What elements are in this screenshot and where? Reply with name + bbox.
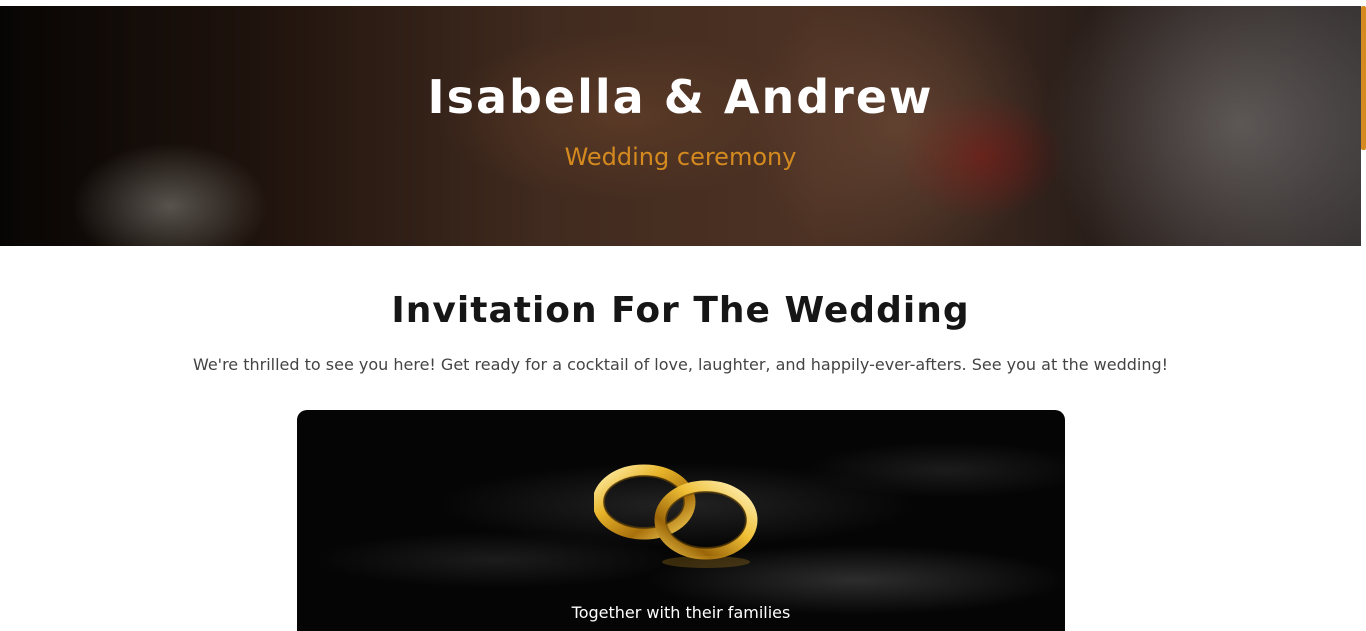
card-text: Together with their families <box>571 603 791 622</box>
hero-overlay <box>0 6 1361 246</box>
gold-rings-icon <box>594 464 758 568</box>
hero-subtitle: Wedding ceremony <box>564 143 797 171</box>
hero-banner: Isabella & Andrew Wedding ceremony <box>0 6 1361 246</box>
scrollbar-thumb[interactable] <box>1361 6 1366 150</box>
invitation-text: We're thrilled to see you here! Get read… <box>192 355 1169 374</box>
page: Isabella & Andrew Wedding ceremony Invit… <box>0 0 1366 631</box>
couple-names: Isabella & Andrew <box>427 70 934 124</box>
invitation-card: Together with their families <box>297 410 1065 631</box>
invitation-title: Invitation For The Wedding <box>391 290 970 331</box>
